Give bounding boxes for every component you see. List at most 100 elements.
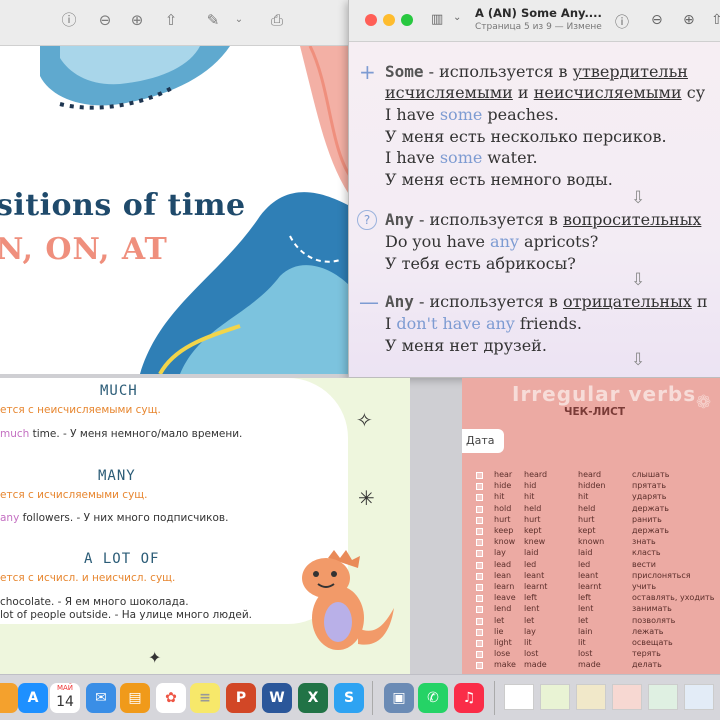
verb-checkbox[interactable] bbox=[476, 494, 483, 502]
zoom-out-icon[interactable]: ⊖ bbox=[651, 12, 663, 28]
verb-cell: lend bbox=[494, 604, 512, 614]
verb-cell: lay bbox=[524, 626, 536, 636]
minimize-button[interactable] bbox=[383, 14, 395, 26]
example-1-ru: У меня есть несколько персиков. bbox=[385, 127, 667, 146]
dock-divider bbox=[494, 681, 495, 715]
app-icon-partial[interactable] bbox=[0, 683, 18, 713]
zoom-out-icon[interactable]: ⊖ bbox=[96, 11, 114, 29]
chevron-down-icon[interactable]: ⌄ bbox=[230, 11, 248, 29]
verb-checkbox[interactable] bbox=[476, 483, 483, 491]
verb-cell: вести bbox=[632, 559, 656, 569]
minimized-window-thumbnail[interactable] bbox=[576, 684, 606, 710]
word-icon[interactable]: W bbox=[262, 683, 292, 713]
info-icon[interactable]: ⓘ bbox=[615, 12, 629, 32]
pdf-preview-window[interactable]: ▥ ⌄ A (AN) Some Any.... Страница 5 из 9 … bbox=[348, 0, 720, 378]
verb-checkbox[interactable] bbox=[476, 606, 483, 614]
verb-cell: hurt bbox=[578, 514, 595, 524]
music-icon[interactable]: ♫ bbox=[454, 683, 484, 713]
pdf-titlebar[interactable]: ▥ ⌄ A (AN) Some Any.... Страница 5 из 9 … bbox=[349, 0, 720, 42]
alot-heading: A LOT OF bbox=[84, 551, 160, 567]
verb-cell: hit bbox=[494, 492, 505, 502]
minimized-window-thumbnail[interactable] bbox=[684, 684, 714, 710]
print-icon[interactable]: ⎙ bbox=[268, 11, 286, 29]
some-rule-line: Some - используется в утвердительн bbox=[385, 62, 688, 81]
verb-cell: led bbox=[578, 559, 591, 569]
slide-title: sitions of time bbox=[0, 188, 246, 223]
much-many-window[interactable]: MUCH ется с неисчисляемыми сущ. much tim… bbox=[0, 378, 410, 674]
minimized-window-thumbnail[interactable] bbox=[540, 684, 570, 710]
books-icon[interactable]: ▤ bbox=[120, 683, 150, 713]
verb-cell: learnt bbox=[524, 582, 548, 591]
irregular-verbs-window[interactable]: Irregular verbs ЧЕК-ЛИСТ ❁ Дата hear hear… bbox=[462, 378, 720, 674]
verb-cell: laid bbox=[578, 548, 593, 558]
verb-checkbox[interactable] bbox=[476, 516, 483, 524]
example-4: I don't have any friends. bbox=[385, 314, 582, 333]
zoom-in-icon[interactable]: ⊕ bbox=[128, 11, 146, 29]
verb-cell: учить bbox=[632, 582, 657, 591]
verb-checkbox[interactable] bbox=[476, 505, 483, 513]
preview-icon[interactable]: ▣ bbox=[384, 683, 414, 713]
verb-cell: laid bbox=[524, 548, 539, 558]
verb-checkbox[interactable] bbox=[476, 651, 483, 659]
sidebar-icon[interactable]: ▥ bbox=[431, 12, 443, 27]
verb-checkbox[interactable] bbox=[476, 617, 483, 625]
mail-icon[interactable]: ✉ bbox=[86, 683, 116, 713]
example-1: I have some peaches. bbox=[385, 105, 559, 124]
verb-cell: hear bbox=[494, 470, 513, 479]
many-example: any followers. - У них много подписчиков… bbox=[0, 512, 229, 524]
bee-icon: ❁ bbox=[696, 392, 712, 413]
verb-checkbox[interactable] bbox=[476, 640, 483, 647]
markup-icon[interactable]: ✎ bbox=[204, 11, 222, 29]
skype-icon[interactable]: S bbox=[334, 683, 364, 713]
verb-cell: lost bbox=[524, 649, 539, 659]
app-store-icon[interactable]: A bbox=[18, 683, 48, 713]
verb-cell: ударять bbox=[632, 492, 667, 502]
verb-checkbox[interactable] bbox=[476, 472, 483, 479]
verb-checkbox[interactable] bbox=[476, 595, 483, 603]
share-icon[interactable]: ⇧ bbox=[711, 12, 720, 28]
verb-cell: знать bbox=[632, 537, 656, 547]
minimized-window-thumbnail[interactable] bbox=[504, 684, 534, 710]
verb-cell: hide bbox=[494, 481, 512, 491]
verb-checkbox[interactable] bbox=[476, 628, 483, 636]
minimized-window-thumbnail[interactable] bbox=[612, 684, 642, 710]
close-button[interactable] bbox=[365, 14, 377, 26]
powerpoint-icon[interactable]: P bbox=[226, 683, 256, 713]
plus-icon: + bbox=[359, 60, 376, 84]
verb-cell: made bbox=[524, 660, 547, 670]
zoom-in-icon[interactable]: ⊕ bbox=[683, 12, 695, 28]
verb-cell: lit bbox=[578, 638, 586, 647]
share-icon[interactable]: ⇧ bbox=[162, 11, 180, 29]
sparkle-icon: ✧ bbox=[356, 408, 373, 432]
calendar-month: МАЙ bbox=[56, 684, 74, 692]
verb-checkbox[interactable] bbox=[476, 662, 483, 670]
verb-checkbox[interactable] bbox=[476, 550, 483, 558]
verb-cell: led bbox=[524, 559, 537, 569]
verb-checkbox[interactable] bbox=[476, 572, 483, 580]
info-icon[interactable]: ⓘ bbox=[60, 11, 78, 29]
verb-checkbox[interactable] bbox=[476, 561, 483, 569]
many-rule: ется с исчисляемыми сущ. bbox=[0, 489, 148, 501]
pdf-page-content[interactable]: + Some - используется в утвердительн исч… bbox=[349, 42, 720, 377]
verb-checkbox[interactable] bbox=[476, 539, 483, 547]
photos-icon[interactable]: ✿ bbox=[156, 683, 186, 713]
verb-checkbox[interactable] bbox=[476, 528, 483, 535]
whatsapp-icon[interactable]: ✆ bbox=[418, 683, 448, 713]
minimized-window-thumbnail[interactable] bbox=[648, 684, 678, 710]
notes-icon[interactable]: ≡ bbox=[190, 683, 220, 713]
slide-window[interactable]: sitions of time N, ON, AT bbox=[0, 46, 350, 374]
excel-icon[interactable]: X bbox=[298, 683, 328, 713]
verb-checkbox[interactable] bbox=[476, 584, 483, 591]
alot-example-1: chocolate. - Я ем много шоколада. bbox=[0, 596, 189, 608]
many-heading: MANY bbox=[98, 468, 136, 484]
date-field[interactable]: Дата bbox=[462, 429, 504, 453]
chevron-down-icon[interactable]: ⌄ bbox=[453, 12, 461, 23]
verb-cell: hit bbox=[524, 492, 535, 502]
example-2: I have some water. bbox=[385, 148, 538, 167]
verb-cell: left bbox=[578, 593, 591, 603]
zoom-button[interactable] bbox=[401, 14, 413, 26]
calendar-icon[interactable]: МАЙ 14 bbox=[50, 683, 80, 713]
example-2-ru: У меня есть немного воды. bbox=[385, 170, 613, 189]
verb-cell: heard bbox=[524, 470, 548, 479]
verb-cell: лежать bbox=[632, 626, 664, 636]
